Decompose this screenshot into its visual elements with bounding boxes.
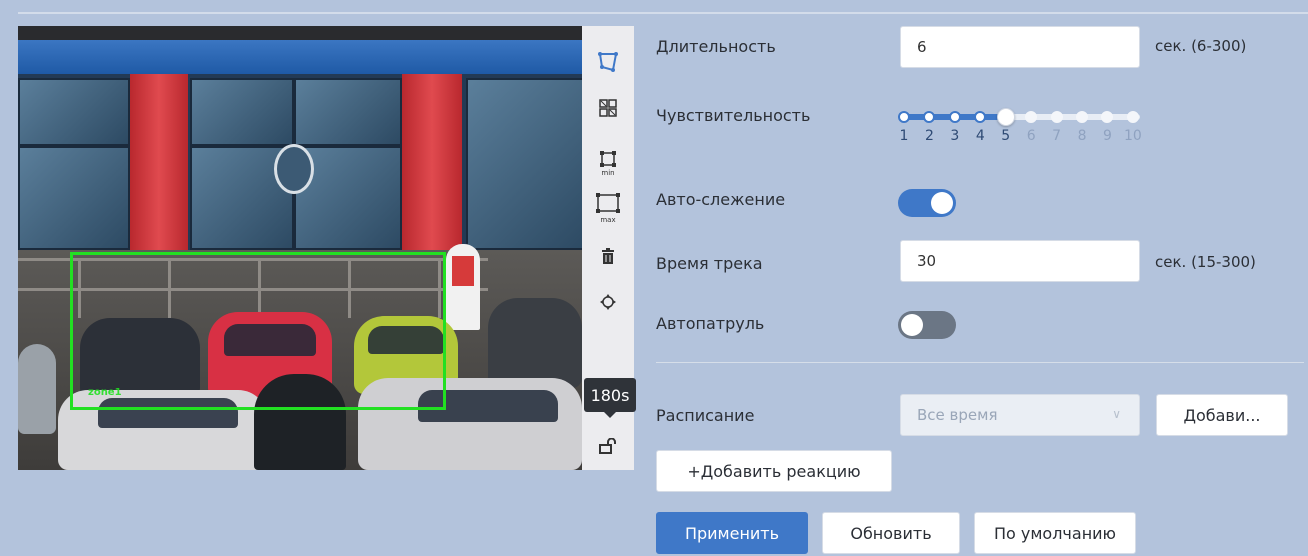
min-label: min [601,169,615,177]
schedule-select[interactable]: Все время ∨ [900,394,1140,436]
time-tooltip: 180s [584,378,636,418]
slider-step[interactable] [923,111,936,123]
top-border [18,12,1308,14]
slider-step[interactable] [948,111,961,123]
slider-tick-label: 3 [950,128,960,144]
awning [18,40,582,74]
track-time-input[interactable]: 30 [900,240,1140,282]
auto-patrol-label: Автопатруль [656,314,765,333]
max-label: max [600,216,616,224]
slider-handle[interactable] [996,108,1015,126]
toggle-knob [931,192,953,214]
duration-label: Длительность [656,37,776,56]
slider-tick-label: 8 [1077,128,1087,144]
schedule-label: Расписание [656,406,755,425]
slider-tick-label: 9 [1103,128,1112,144]
default-button[interactable]: По умолчанию [974,512,1136,554]
add-reaction-button[interactable]: +Добавить реакцию [656,450,892,492]
toggle-knob [901,314,923,336]
slider-tick-label: 2 [924,128,934,144]
slider-tick-label: 4 [975,128,985,144]
auto-tracking-toggle[interactable] [898,189,956,217]
car [488,298,582,388]
schedule-selected: Все время [917,406,998,424]
detection-zone[interactable] [70,252,446,410]
grid-zones-icon[interactable] [592,92,624,124]
duration-input[interactable]: 6 [900,26,1140,68]
slider-tick-label: 7 [1052,128,1062,144]
unlock-icon[interactable] [592,430,624,462]
slider-step[interactable] [898,111,910,123]
advertising-sign [446,244,480,330]
duration-hint: сек. (6-300) [1155,37,1247,55]
slider-tick-label: 6 [1026,128,1036,144]
camera-preview[interactable]: zone1 [18,26,582,470]
slider-tick-label: 1 [899,128,909,144]
slider-step[interactable] [1101,111,1114,123]
slider-tick-label: 5 [1001,128,1011,144]
refresh-button[interactable]: Обновить [822,512,960,554]
sensitivity-label: Чувствительность [656,106,811,125]
track-time-hint: сек. (15-300) [1155,253,1256,271]
divider [656,362,1304,363]
slider-step[interactable] [1050,111,1063,123]
add-schedule-button[interactable]: Добави... [1156,394,1288,436]
draw-zone-icon[interactable] [592,46,624,78]
sensitivity-slider[interactable]: 1 2 3 4 5 6 7 8 9 10 [898,108,1144,148]
apply-button[interactable]: Применить [656,512,808,554]
slider-tick-label: 10 [1123,128,1142,144]
building-emblem [274,144,314,194]
slider-step[interactable] [974,111,987,123]
max-size-icon[interactable]: max [592,188,624,224]
min-size-icon[interactable]: min [592,144,624,177]
slider-step[interactable] [1025,111,1038,123]
move-icon[interactable] [592,286,624,318]
trash-icon[interactable] [592,240,624,272]
video-top-bar [18,26,582,40]
track-time-label: Время трека [656,254,763,273]
chevron-down-icon: ∨ [1112,407,1121,421]
auto-patrol-toggle[interactable] [898,311,956,339]
auto-tracking-label: Авто-слежение [656,190,786,209]
slider-step[interactable] [1126,111,1139,123]
slider-step[interactable] [1076,111,1089,123]
zone-label: zone1 [88,387,122,398]
